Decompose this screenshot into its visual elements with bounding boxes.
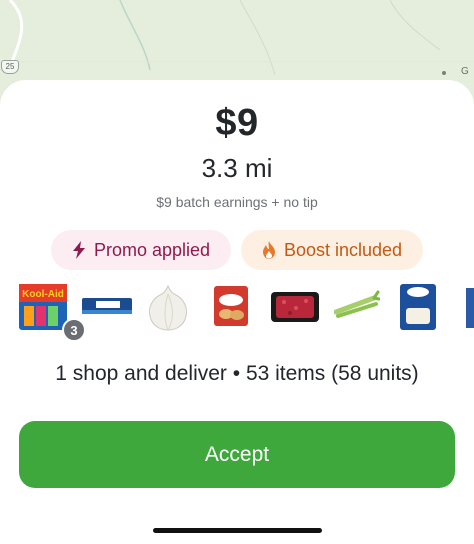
- starkist-image: [82, 298, 132, 314]
- item-thumbnail-kool-aid[interactable]: Kool-Aid 3: [18, 284, 86, 342]
- item-thumbnail-starkist[interactable]: [82, 284, 132, 340]
- batch-price: $9: [215, 102, 259, 144]
- map-place-label: G: [461, 66, 469, 77]
- item-thumbnail-partial[interactable]: [464, 284, 474, 340]
- celery-image: [333, 290, 381, 318]
- onion-image: [149, 284, 187, 331]
- batch-distance: 3.3 mi: [201, 153, 273, 183]
- flame-icon: [262, 241, 275, 259]
- home-indicator[interactable]: [153, 528, 322, 533]
- promo-label: Promo applied: [93, 239, 211, 260]
- boost-label: Boost included: [283, 239, 403, 260]
- earnings-note: $9 batch earnings + no tip: [156, 194, 318, 210]
- partial-item-image: [466, 288, 474, 328]
- batch-summary: 1 shop and deliver • 53 items (58 units): [55, 362, 419, 385]
- kool-aid-image: Kool-Aid: [19, 284, 67, 330]
- biscuits-image: [214, 286, 248, 326]
- ground-beef-image: [271, 292, 319, 322]
- route-shield: 25: [1, 60, 19, 74]
- batch-offer-card: $9 3.3 mi $9 batch earnings + no tip Pro…: [0, 80, 474, 544]
- item-thumbnails[interactable]: Kool-Aid 3: [0, 284, 474, 346]
- boost-included-chip: Boost included: [241, 230, 423, 270]
- item-thumbnail-onion[interactable]: [146, 284, 190, 340]
- svg-text:Kool-Aid: Kool-Aid: [22, 289, 64, 300]
- promo-applied-chip: Promo applied: [51, 230, 231, 270]
- item-thumbnail-celery[interactable]: [333, 284, 381, 340]
- item-thumbnail-biscuits[interactable]: [210, 284, 254, 340]
- accept-button[interactable]: Accept: [19, 421, 455, 488]
- bolt-icon: [72, 241, 85, 259]
- item-thumbnail-ground-beef[interactable]: [270, 284, 320, 340]
- kraft-cheese-image: [400, 284, 436, 330]
- item-thumbnail-kraft-cheese[interactable]: [398, 284, 438, 340]
- map-marker-dot: [442, 71, 446, 75]
